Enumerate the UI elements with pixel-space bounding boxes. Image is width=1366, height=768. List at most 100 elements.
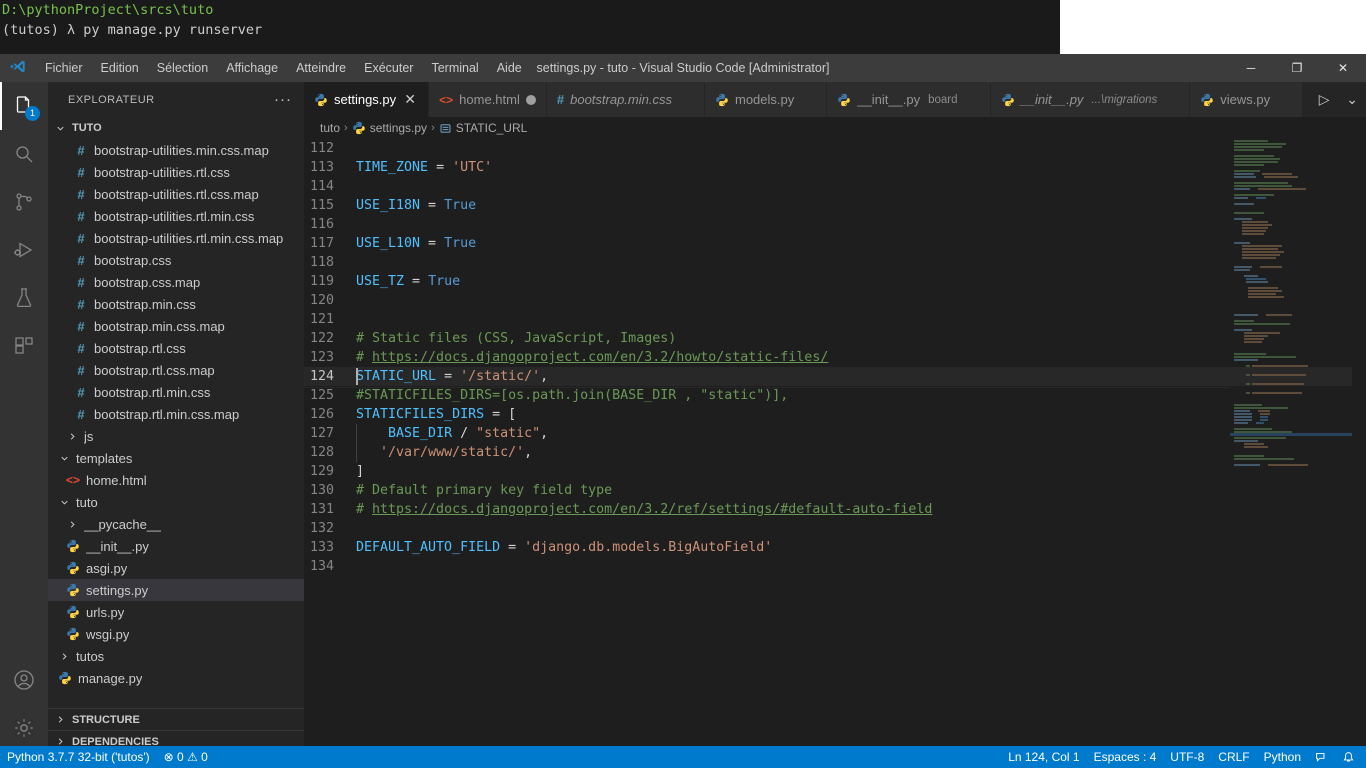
file-tree-item[interactable]: tutos — [48, 645, 304, 667]
code-line[interactable]: 126 STATICFILES_DIRS = [ — [304, 405, 1366, 424]
section-structure[interactable]: STRUCTURE — [48, 708, 304, 730]
menu-item-affichage[interactable]: Affichage — [217, 58, 287, 78]
close-tab-icon[interactable]: ✕ — [964, 91, 980, 108]
status-feedback-icon[interactable] — [1308, 746, 1335, 768]
file-tree-item[interactable]: # bootstrap.rtl.css — [48, 337, 304, 359]
close-tab-icon[interactable]: ✕ — [1163, 91, 1179, 108]
editor-tabs[interactable]: settings.py ✕ <> home.html # bootstrap.min.cs… — [304, 82, 1366, 117]
file-tree-item[interactable]: # bootstrap.min.css — [48, 293, 304, 315]
file-tree-item[interactable]: <> home.html — [48, 469, 304, 491]
file-tree-item[interactable]: js — [48, 425, 304, 447]
code-line[interactable]: 121 — [304, 310, 1366, 329]
file-tree-item[interactable]: settings.py — [48, 579, 304, 601]
status-encoding[interactable]: UTF-8 — [1163, 746, 1211, 768]
file-tree-item[interactable]: # bootstrap-utilities.rtl.css — [48, 161, 304, 183]
menu-item-selection[interactable]: Sélection — [148, 58, 217, 78]
file-tree-item[interactable]: urls.py — [48, 601, 304, 623]
code-line[interactable]: 118 — [304, 253, 1366, 272]
file-tree-item[interactable]: # bootstrap-utilities.rtl.min.css.map — [48, 227, 304, 249]
editor-tab[interactable]: models.py ✕ — [704, 82, 828, 117]
editor-tab[interactable]: # bootstrap.min.css ✕ — [546, 82, 705, 117]
menu-item-fichier[interactable]: Fichier — [36, 58, 92, 78]
file-tree-item[interactable]: # bootstrap-utilities.min.css.map — [48, 139, 304, 161]
code-line[interactable]: 114 — [304, 177, 1366, 196]
breadcrumb-item[interactable]: settings.py — [352, 121, 427, 135]
file-tree-item[interactable]: # bootstrap.css — [48, 249, 304, 271]
file-tree-item[interactable]: __init__.py — [48, 535, 304, 557]
code-line[interactable]: 128 '/var/www/static/', — [304, 443, 1366, 462]
close-tab-icon[interactable]: ✕ — [678, 91, 694, 108]
code-line[interactable]: 132 — [304, 519, 1366, 538]
code-line[interactable]: 119 USE_TZ = True — [304, 272, 1366, 291]
status-bell-icon[interactable] — [1335, 746, 1362, 768]
explorer-root-folder[interactable]: TUTO — [48, 117, 304, 139]
status-problems[interactable]: ⊗ 0 ⚠ 0 — [157, 746, 215, 768]
code-line[interactable]: 122 # Static files (CSS, JavaScript, Imag… — [304, 329, 1366, 348]
code-line[interactable]: 129] — [304, 462, 1366, 481]
file-tree-item[interactable]: __pycache__ — [48, 513, 304, 535]
file-tree[interactable]: # bootstrap-utilities.min.css.map # bootstr… — [48, 139, 304, 708]
chevron-down-icon[interactable] — [56, 453, 72, 464]
file-tree-item[interactable]: wsgi.py — [48, 623, 304, 645]
code-editor[interactable]: 112 113 TIME_ZONE = 'UTC' 114 115 USE_I18N = … — [304, 139, 1366, 752]
close-tab-icon[interactable]: ✕ — [1276, 91, 1292, 108]
activity-extensions-icon[interactable] — [0, 322, 48, 370]
minimap[interactable] — [1230, 139, 1352, 752]
file-tree-item[interactable]: manage.py — [48, 667, 304, 689]
explorer-more-icon[interactable]: ··· — [274, 91, 292, 108]
terminal-overlay[interactable]: D:\pythonProject\srcs\tuto (tutos) λ py … — [0, 0, 1060, 54]
close-button[interactable]: ✕ — [1320, 54, 1366, 82]
code-line[interactable]: 130 # Default primary key field type — [304, 481, 1366, 500]
breadcrumb-item[interactable]: tuto — [320, 121, 340, 135]
editor-tab[interactable]: <> home.html — [429, 82, 547, 117]
code-line[interactable]: 112 — [304, 139, 1366, 158]
file-tree-item[interactable]: # bootstrap.min.css.map — [48, 315, 304, 337]
minimize-button[interactable]: ─ — [1228, 54, 1274, 82]
activity-testing-icon[interactable] — [0, 274, 48, 322]
close-tab-icon[interactable]: ✕ — [800, 91, 816, 108]
code-line[interactable]: 116 — [304, 215, 1366, 234]
chevron-down-icon[interactable] — [56, 497, 72, 508]
code-content[interactable]: 112 113 TIME_ZONE = 'UTC' 114 115 USE_I18N = … — [304, 139, 1366, 576]
menu-item-terminal[interactable]: Terminal — [422, 58, 487, 78]
code-line[interactable]: 113 TIME_ZONE = 'UTC' — [304, 158, 1366, 177]
chevron-right-icon[interactable] — [56, 651, 72, 662]
status-python-interpreter[interactable]: Python 3.7.7 32-bit ('tutos') — [0, 746, 157, 768]
overview-ruler[interactable] — [1352, 139, 1366, 752]
breadcrumb[interactable]: tuto › settings.py › STATIC_URL — [304, 117, 1366, 139]
editor-tab[interactable]: __init__.py ...\migrations ✕ — [990, 82, 1191, 117]
file-tree-item[interactable]: templates — [48, 447, 304, 469]
close-tab-icon[interactable]: ✕ — [402, 91, 418, 108]
menu-bar[interactable]: Fichier Edition Sélection Affichage Atte… — [36, 58, 531, 78]
file-tree-item[interactable]: # bootstrap-utilities.rtl.css.map — [48, 183, 304, 205]
code-line[interactable]: 123 # https://docs.djangoproject.com/en/3… — [304, 348, 1366, 367]
code-line[interactable]: 131 # https://docs.djangoproject.com/en/3… — [304, 500, 1366, 519]
code-line[interactable]: 133 DEFAULT_AUTO_FIELD = 'django.db.model… — [304, 538, 1366, 557]
activity-source-control-icon[interactable] — [0, 178, 48, 226]
code-line[interactable]: 124 STATIC_URL = '/static/', — [304, 367, 1366, 388]
editor-tab[interactable]: settings.py ✕ — [304, 82, 430, 117]
run-python-file-button[interactable]: ▷ — [1311, 86, 1337, 114]
code-line[interactable]: 134 — [304, 557, 1366, 576]
status-indentation[interactable]: Espaces : 4 — [1087, 746, 1164, 768]
code-line[interactable]: 127 BASE_DIR / "static", — [304, 424, 1366, 443]
run-chevron-down-button[interactable]: ⌄ — [1339, 86, 1365, 114]
breadcrumb-item[interactable]: STATIC_URL — [439, 121, 527, 135]
code-line[interactable]: 117 USE_L10N = True — [304, 234, 1366, 253]
file-tree-item[interactable]: # bootstrap.css.map — [48, 271, 304, 293]
code-line[interactable]: 125 #STATICFILES_DIRS=[os.path.join(BASE_… — [304, 386, 1366, 405]
file-tree-item[interactable]: # bootstrap.rtl.css.map — [48, 359, 304, 381]
file-tree-item[interactable]: # bootstrap.rtl.min.css.map — [48, 403, 304, 425]
editor-tab[interactable]: views.py ✕ — [1190, 82, 1304, 117]
menu-item-executer[interactable]: Exécuter — [355, 58, 422, 78]
status-eol[interactable]: CRLF — [1211, 746, 1256, 768]
chevron-right-icon[interactable] — [64, 519, 80, 530]
menu-item-atteindre[interactable]: Atteindre — [287, 58, 355, 78]
activity-search-icon[interactable] — [0, 130, 48, 178]
activity-explorer-icon[interactable]: 1 — [0, 82, 48, 130]
file-tree-item[interactable]: # bootstrap.rtl.min.css — [48, 381, 304, 403]
accounts-icon[interactable] — [0, 656, 48, 704]
unsaved-indicator-icon[interactable] — [525, 94, 536, 105]
window-controls[interactable]: ─ ❐ ✕ — [1228, 54, 1366, 82]
menu-item-aide[interactable]: Aide — [488, 58, 531, 78]
